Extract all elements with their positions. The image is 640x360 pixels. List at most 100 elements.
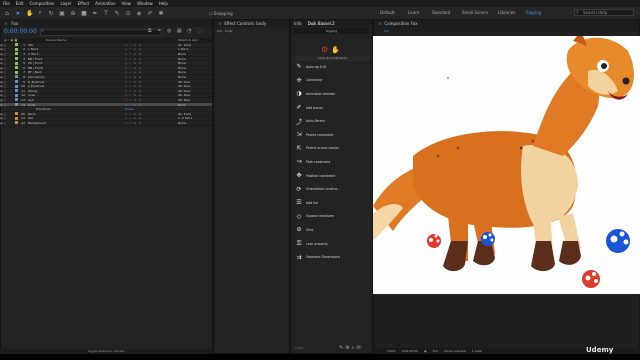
layer-name[interactable]: BF | Back [28,70,68,74]
label-color-swatch[interactable] [15,61,18,65]
workspace-default[interactable]: Default [380,10,395,15]
bone-handle[interactable] [519,146,523,150]
paw-controller-blue-2[interactable] [606,229,630,253]
menu-item-layer[interactable]: Layer [60,1,71,6]
layer-name[interactable]: [Face] [28,89,68,93]
tab-effect-controls[interactable]: Effect Controls: body [224,21,266,26]
label-color-swatch[interactable] [15,103,18,107]
toggle-switches-modes[interactable]: Toggle Switches / Modes [0,349,212,354]
parent-select[interactable]: 46. face [178,89,190,93]
camera-icon[interactable]: ◉ [424,349,427,353]
duik-button-animation-blender[interactable]: ◑ Animation blender [292,87,372,101]
parent-select[interactable]: None [178,103,186,107]
menu-item-help[interactable]: Help [159,1,168,6]
layer-name[interactable]: [Armature] [28,75,68,79]
layer-switches[interactable]: ◇ ⁄ ▫ ▫ [125,57,142,61]
layer-switches[interactable]: ◇ ⁄ ▫ ▫ [125,75,142,79]
visibility-icon[interactable]: ◉ ◻ [0,112,14,116]
parent-select[interactable]: 46. face [178,80,190,84]
close-icon[interactable]: × [378,21,381,26]
duik-button-add-bones[interactable]: ✐ Add bones [292,101,372,115]
label-color-swatch[interactable] [15,84,18,88]
selection-tool-icon[interactable]: ➤ [15,10,21,17]
duik-footer-icons[interactable]: ✎⚙⌕✉ [339,345,363,351]
layer-name[interactable]: nose [28,93,68,97]
layer-switches[interactable]: ◇ ⁄ ▫ ▫ [125,116,142,120]
layer-name[interactable]: Tail [28,116,68,120]
visibility-icon[interactable]: ◉ ◻ [0,75,14,79]
parent-select[interactable]: None [178,52,186,56]
search-help-input[interactable]: Search Help [574,9,634,16]
parent-select[interactable]: None [178,57,186,61]
label-color-swatch[interactable] [15,52,18,56]
roto-tool-icon[interactable]: ✐ [147,10,153,17]
timecode[interactable]: 0:00:00:00 [4,28,37,35]
layer-name[interactable]: RB | Front [28,66,68,70]
pan-behind-tool-icon[interactable]: ⊕ [70,10,76,17]
visibility-icon[interactable]: ◉ ◻ [0,47,14,51]
parent-select[interactable]: 41. body [178,43,191,47]
layer-name[interactable]: LB | Front [28,61,68,65]
visibility-icon[interactable]: ◉ ◻ [0,121,14,125]
parent-select[interactable]: None [178,121,186,125]
duik-button-auto-rig-ik[interactable]: ✎ Auto-rig & IK [292,60,372,74]
layer-switches[interactable]: ◇ ⁄ ▫ ▫ [125,84,142,88]
visibility-icon[interactable]: ◉ ◻ [0,103,14,107]
zoom-tool-icon[interactable]: ⌕ [37,9,43,17]
label-color-swatch[interactable] [15,43,18,47]
home-icon[interactable]: ⌂ [4,10,10,17]
label-color-swatch[interactable] [15,98,18,102]
layer-name[interactable]: R_Eyebrow [28,80,68,84]
rotate-tool-icon[interactable]: ↻ [48,10,54,17]
visibility-icon[interactable]: ◉ ◻ [0,52,14,56]
workspace-learn[interactable]: Learn [408,10,419,15]
resolution-select[interactable]: Full [433,349,438,353]
duik-button-orientation-constra[interactable]: ⟳ Orientation constra... [292,182,372,196]
layer-switches[interactable]: ◇ ⁄ ▫ ▫ [125,80,142,84]
composition-breadcrumb[interactable]: Fox [374,27,639,35]
tab-duik[interactable]: Duik Bassel.2 [308,21,335,26]
column-source-name[interactable]: Source Name [46,38,66,42]
paw-controller-red-2[interactable] [582,270,600,288]
label-color-swatch[interactable] [15,57,18,61]
duik-button-auto-parent[interactable]: ⤴ Auto-Parent [292,114,372,128]
layer-switches[interactable]: ◇ ⁄ ▫ ▫ [125,61,142,65]
visibility-icon[interactable]: ◉ ◻ [0,89,14,93]
layer-name[interactable]: L_Eyebrow [28,84,68,88]
duik-button-connector[interactable]: ✣ Connector [292,74,372,88]
visibility-icon[interactable]: ◉ ◻ [0,93,14,97]
layer-name[interactable]: Background [28,121,68,125]
menu-item-effect[interactable]: Effect [78,1,90,6]
layer-switches[interactable]: ◇ ⁄ ▫ ▫ [125,66,142,70]
puppet-tool-icon[interactable]: ✱ [158,10,164,17]
visibility-icon[interactable]: ◉ ◻ [0,80,14,84]
camera-select[interactable]: Active Camera [444,349,466,353]
current-time[interactable]: 0:00:00:00 [402,349,418,353]
layer-name[interactable]: L Tail 2 [28,47,68,51]
layer-name[interactable]: Neck [28,112,68,116]
visibility-icon[interactable]: ◉ ◻ [0,43,14,47]
duik-button-separate-dimensions[interactable]: ⇉ Separate Dimensions [292,250,372,264]
visibility-icon[interactable]: ◉ ◻ [0,84,14,88]
parent-select[interactable]: 41. body [178,112,191,116]
paw-controller-red-1[interactable] [427,234,441,248]
visibility-icon[interactable]: ◉ ◻ [0,66,14,70]
pen-tool-icon[interactable]: ✒ [92,10,98,17]
label-color-swatch[interactable] [15,93,18,97]
tab-fox[interactable]: Fox [11,21,18,26]
workspace-rigging[interactable]: Rigging [526,10,541,15]
parent-select[interactable]: None [178,61,186,65]
visibility-icon[interactable]: ◉ ◻ [0,57,14,61]
bone-handle[interactable] [531,139,535,143]
menu-item-edit[interactable]: Edit [16,1,24,6]
parent-select[interactable]: L Tail 1 [178,47,188,51]
reset-link[interactable]: Reset [125,107,133,111]
tab-info[interactable]: Info [294,21,302,26]
brush-tool-icon[interactable]: ✎ [114,10,120,17]
duik-button-expose-transform[interactable]: ◇ Expose transform [292,210,372,224]
label-color-swatch[interactable] [15,89,18,93]
menu-item-view[interactable]: View [122,1,132,6]
tab-composition[interactable]: Composition Fox [384,21,417,26]
snapping-checkbox[interactable]: ☐ Snapping [209,11,233,16]
label-color-swatch[interactable] [15,116,18,120]
